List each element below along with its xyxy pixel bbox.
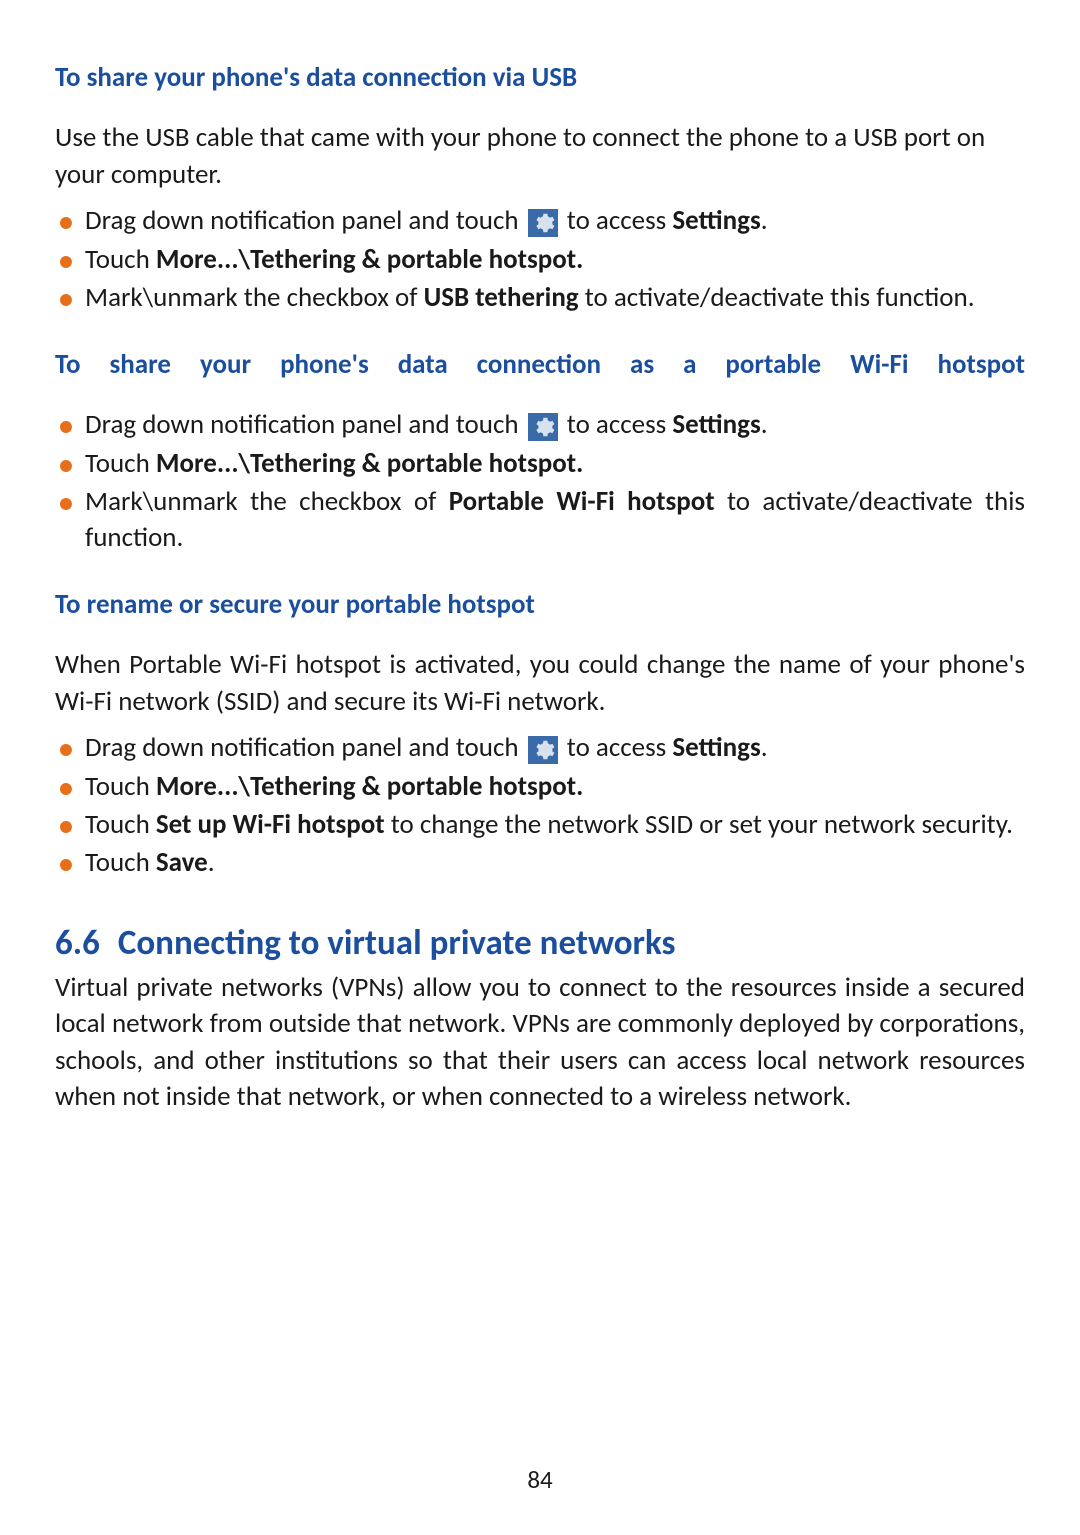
text-bold: Settings: [672, 204, 760, 237]
text: to change the network SSID or set your n…: [385, 808, 1013, 841]
text: Touch: [85, 243, 156, 276]
text-bold: Settings: [672, 408, 760, 441]
heading-wifi: To share your phone's data connection as…: [55, 347, 1025, 383]
para-vpn: Virtual private networks (VPNs) allow yo…: [55, 970, 1025, 1116]
section-vpn: 6.6 Connecting to virtual private network…: [55, 922, 1025, 1116]
text: to access: [561, 408, 673, 441]
section-wifi-hotspot: To share your phone's data connection as…: [55, 347, 1025, 557]
text-bold: USB tethering: [424, 281, 579, 314]
bullets-wifi: Drag down notification panel and touch t…: [55, 407, 1025, 557]
text: Touch: [85, 770, 156, 803]
text-bold: Set up Wi-Fi hotspot: [156, 808, 385, 841]
text: Drag down notification panel and touch: [85, 204, 525, 237]
list-item: Touch More...\Tethering & portable hotsp…: [55, 446, 1025, 482]
text: Touch: [85, 808, 156, 841]
list-item: Touch More...\Tethering & portable hotsp…: [55, 242, 1025, 278]
bullets-usb: Drag down notification panel and touch t…: [55, 203, 1025, 316]
settings-icon: [528, 736, 558, 764]
para-rename: When Portable Wi-Fi hotspot is activated…: [55, 647, 1025, 720]
text: .: [761, 408, 768, 441]
list-item: Touch Set up Wi-Fi hotspot to change the…: [55, 807, 1025, 843]
text: to access: [561, 731, 673, 764]
section-rename-hotspot: To rename or secure your portable hotspo…: [55, 587, 1025, 882]
text: Mark\unmark the checkbox of: [85, 281, 424, 314]
section-number: 6.6: [55, 922, 100, 964]
text-bold: Settings: [672, 731, 760, 764]
text: to access: [561, 204, 673, 237]
list-item: Touch More...\Tethering & portable hotsp…: [55, 769, 1025, 805]
text: to activate/deactivate this function.: [579, 281, 975, 314]
page-number: 84: [0, 1464, 1080, 1495]
heading-rename: To rename or secure your portable hotspo…: [55, 587, 1025, 623]
text: Drag down notification panel and touch: [85, 408, 525, 441]
list-item: Mark\unmark the checkbox of USB tetherin…: [55, 280, 1025, 316]
settings-icon: [528, 413, 558, 441]
text: .: [761, 731, 768, 764]
text-bold: More...\Tethering & portable hotspot.: [156, 243, 583, 276]
list-item: Touch Save.: [55, 845, 1025, 881]
list-item: Drag down notification panel and touch t…: [55, 203, 1025, 239]
list-item: Drag down notification panel and touch t…: [55, 730, 1025, 766]
section-usb-tethering: To share your phone's data connection vi…: [55, 60, 1025, 317]
list-item: Mark\unmark the checkbox of Portable Wi-…: [55, 484, 1025, 557]
heading-usb: To share your phone's data connection vi…: [55, 60, 1025, 96]
heading-vpn: 6.6 Connecting to virtual private network…: [55, 922, 1025, 964]
bullets-rename: Drag down notification panel and touch t…: [55, 730, 1025, 882]
section-title-text: Connecting to virtual private networks: [118, 922, 676, 964]
text: Touch: [85, 846, 156, 879]
text: Drag down notification panel and touch: [85, 731, 525, 764]
list-item: Drag down notification panel and touch t…: [55, 407, 1025, 443]
text-bold: Portable Wi-Fi hotspot: [449, 485, 715, 518]
text: Touch: [85, 447, 156, 480]
text: .: [761, 204, 768, 237]
text-bold: More...\Tethering & portable hotspot.: [156, 447, 583, 480]
text-bold: More...\Tethering & portable hotspot.: [156, 770, 583, 803]
text: .: [208, 846, 215, 879]
text-bold: Save: [156, 846, 208, 879]
text: Mark\unmark the checkbox of: [85, 485, 449, 518]
para-usb: Use the USB cable that came with your ph…: [55, 120, 1025, 193]
settings-icon: [528, 209, 558, 237]
